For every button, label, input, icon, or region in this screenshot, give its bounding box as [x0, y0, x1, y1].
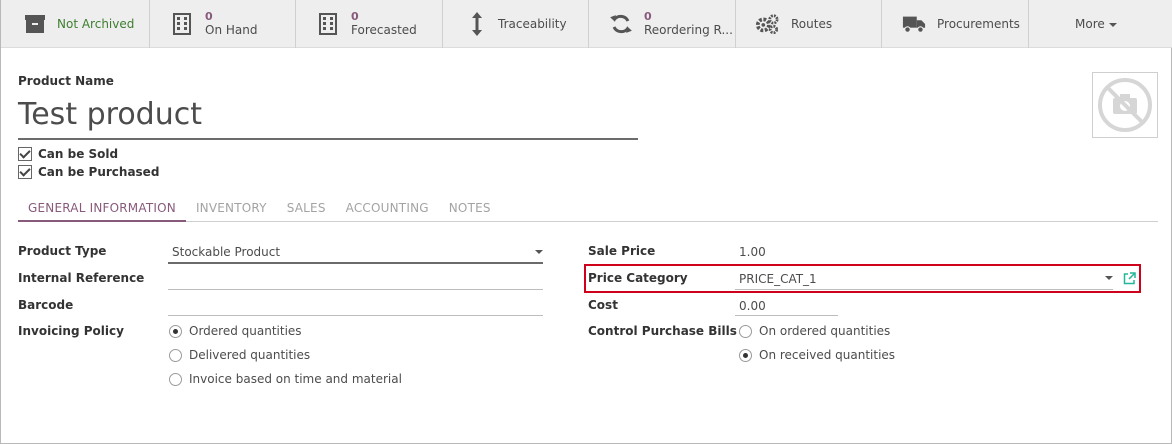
traceability-label: Traceability [498, 17, 567, 31]
forecasted-button[interactable]: 0 Forecasted [296, 0, 443, 48]
product-form: Not Archived 0 On Hand 0 Forecasted Trac… [0, 0, 1172, 444]
price-category-select[interactable]: PRICE_CAT_1 [739, 272, 817, 286]
radio-label: Invoice based on time and material [189, 372, 402, 386]
more-label: More [1075, 17, 1105, 31]
can-be-sold-checkbox[interactable]: Can be Sold [18, 147, 118, 161]
procurements-button[interactable]: Procurements [882, 0, 1029, 48]
smart-buttons-bar: Not Archived 0 On Hand 0 Forecasted Trac… [1, 0, 1172, 48]
procurements-label: Procurements [937, 17, 1020, 31]
can-be-purchased-label: Can be Purchased [38, 165, 160, 179]
radio-label: On received quantities [759, 348, 896, 362]
reordering-count: 0 [644, 10, 652, 23]
radio-unselected[interactable] [739, 324, 752, 338]
gears-icon [755, 12, 779, 36]
radio-selected[interactable] [169, 324, 182, 338]
tab-notes[interactable]: NOTES [439, 196, 501, 222]
invoicing-policy-label: Invoicing Policy [18, 324, 124, 338]
radio-label: On ordered quantities [759, 324, 891, 338]
checkbox-checked[interactable] [18, 165, 32, 179]
radio-label: Delivered quantities [189, 348, 311, 362]
on-hand-button[interactable]: 0 On Hand [150, 0, 296, 48]
cost-input[interactable]: 0.00 [739, 299, 766, 313]
reordering-label: Reordering R... [644, 23, 733, 37]
refresh-icon [609, 12, 633, 36]
invoicing-delivered-radio[interactable]: Delivered quantities [169, 348, 310, 362]
tab-sales[interactable]: SALES [277, 196, 336, 222]
routes-label: Routes [791, 17, 833, 31]
no-camera-icon [1098, 78, 1152, 132]
traceability-button[interactable]: Traceability [443, 0, 589, 48]
product-type-dropdown-icon[interactable] [535, 250, 543, 254]
not-archived-button[interactable]: Not Archived [1, 0, 150, 48]
barcode-label: Barcode [18, 298, 74, 312]
sale-price-label: Sale Price [588, 244, 656, 258]
product-name-input[interactable]: Test product [18, 96, 638, 140]
reordering-rules-button[interactable]: 0 Reordering R... [589, 0, 736, 48]
purchase-received-quantities-radio[interactable]: On received quantities [739, 348, 895, 362]
product-type-label: Product Type [18, 244, 107, 258]
up-down-arrow-icon [465, 12, 489, 36]
more-button[interactable]: More [1029, 0, 1172, 48]
caret-down-icon [1109, 23, 1117, 27]
radio-label: Ordered quantities [189, 324, 302, 338]
tab-general-information[interactable]: GENERAL INFORMATION [18, 196, 186, 222]
control-purchase-bills-label: Control Purchase Bills [588, 324, 737, 338]
invoicing-time-material-radio[interactable]: Invoice based on time and material [169, 372, 402, 386]
can-be-sold-label: Can be Sold [38, 147, 119, 161]
invoicing-ordered-radio[interactable]: Ordered quantities [169, 324, 302, 338]
checkbox-checked[interactable] [18, 147, 32, 161]
radio-unselected[interactable] [169, 348, 182, 362]
on-hand-count: 0 [205, 10, 213, 23]
radio-selected[interactable] [739, 348, 752, 362]
building-icon [170, 12, 194, 36]
not-archived-label: Not Archived [57, 17, 135, 31]
tab-inventory[interactable]: INVENTORY [186, 196, 277, 222]
price-category-dropdown-icon[interactable] [1105, 276, 1113, 280]
on-hand-label: On Hand [205, 23, 258, 37]
forecasted-count: 0 [351, 10, 359, 23]
notebook-tabs: GENERAL INFORMATION INVENTORY SALES ACCO… [18, 196, 1158, 222]
cost-label: Cost [588, 298, 618, 312]
forecasted-label: Forecasted [351, 23, 417, 37]
truck-icon [902, 12, 926, 36]
internal-reference-label: Internal Reference [18, 271, 145, 285]
archive-icon [23, 12, 47, 36]
building-icon [316, 12, 340, 36]
routes-button[interactable]: Routes [736, 0, 882, 48]
tab-accounting[interactable]: ACCOUNTING [336, 196, 439, 222]
radio-unselected[interactable] [169, 372, 182, 386]
sale-price-input[interactable]: 1.00 [739, 245, 766, 259]
product-name-label: Product Name [18, 74, 114, 88]
price-category-label: Price Category [588, 271, 688, 285]
purchase-ordered-quantities-radio[interactable]: On ordered quantities [739, 324, 890, 338]
product-type-select[interactable]: Stockable Product [172, 245, 280, 259]
can-be-purchased-checkbox[interactable]: Can be Purchased [18, 165, 159, 179]
product-image[interactable] [1092, 72, 1158, 138]
external-link-icon[interactable] [1123, 272, 1136, 285]
